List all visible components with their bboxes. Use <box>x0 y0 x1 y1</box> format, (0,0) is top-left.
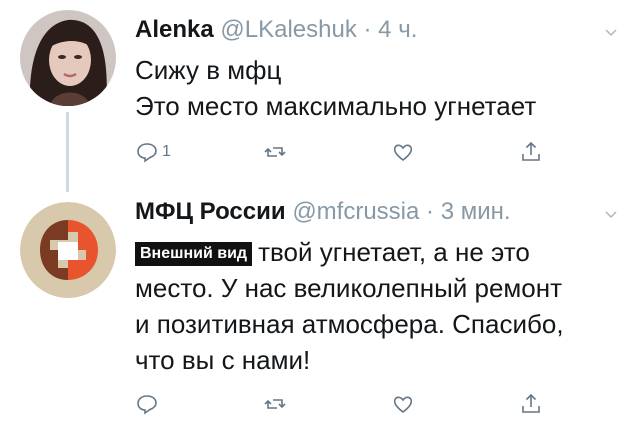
retweet-icon <box>264 399 286 409</box>
tweet-actions <box>135 392 555 420</box>
like-button[interactable] <box>391 140 415 164</box>
reply-count: 1 <box>162 143 171 160</box>
retweet-icon <box>264 147 286 157</box>
thread-connector-line <box>66 112 69 192</box>
tweet-header: МФЦ России @mfcrussia · 3 мин. <box>135 198 511 226</box>
reply-icon <box>137 395 157 415</box>
avatar-alenka[interactable] <box>20 10 116 106</box>
separator-dot: · <box>426 198 435 225</box>
tweet-actions: 1 <box>135 140 555 168</box>
tweet-text: Внешний вид твой угнетает, а не это место… <box>135 234 615 378</box>
author-name[interactable]: Alenka <box>135 16 214 43</box>
author-name[interactable]: МФЦ России <box>135 198 286 225</box>
reply-icon <box>137 143 157 163</box>
timestamp[interactable]: 3 мин. <box>441 198 511 225</box>
reply-button[interactable] <box>135 392 159 416</box>
reply-button[interactable]: 1 <box>135 140 171 164</box>
tweet-alenka[interactable]: Alenka @LKaleshuk · 4 ч. Сижу в мфц Это … <box>0 0 640 192</box>
retweet-button[interactable] <box>263 392 287 416</box>
tweet-text-line: Сижу в мфц <box>135 55 282 85</box>
like-button[interactable] <box>391 392 415 416</box>
author-handle[interactable]: @LKaleshuk <box>220 16 356 43</box>
share-icon <box>522 141 540 161</box>
chevron-down-icon[interactable] <box>604 208 618 222</box>
author-handle[interactable]: @mfcrussia <box>292 198 419 225</box>
chevron-down-icon[interactable] <box>604 26 618 40</box>
tweet-text-line: Внешний вид твой угнетает, а не это <box>135 234 615 270</box>
heart-icon <box>393 144 413 162</box>
tweet-text-line: Это место максимально угнетает <box>135 91 537 121</box>
tweet-text-line: что вы с нами! <box>135 345 311 375</box>
retweet-button[interactable] <box>263 140 287 164</box>
profile-photo <box>20 10 116 106</box>
timestamp[interactable]: 4 ч. <box>378 16 417 43</box>
tweet-text-line: место. У нас великолепный ремонт <box>135 273 563 303</box>
tweet-text-line: и позитивная атмосфера. Спасибо, <box>135 309 564 339</box>
tweet-header: Alenka @LKaleshuk · 4 ч. <box>135 16 417 44</box>
separator-dot: · <box>363 16 372 43</box>
share-icon <box>522 393 540 413</box>
overlay-caption-label: Внешний вид <box>135 242 253 266</box>
mfc-logo <box>20 202 116 298</box>
tweet-mfc[interactable]: МФЦ России @mfcrussia · 3 мин. Внешний в… <box>0 190 640 430</box>
tweet-text: Сижу в мфц Это место максимально угнетае… <box>135 52 536 124</box>
heart-icon <box>393 396 413 414</box>
share-button[interactable] <box>519 140 543 164</box>
avatar-mfc[interactable] <box>20 202 116 298</box>
tweet-text-fragment: твой угнетает, а не это <box>258 237 530 267</box>
share-button[interactable] <box>519 392 543 416</box>
